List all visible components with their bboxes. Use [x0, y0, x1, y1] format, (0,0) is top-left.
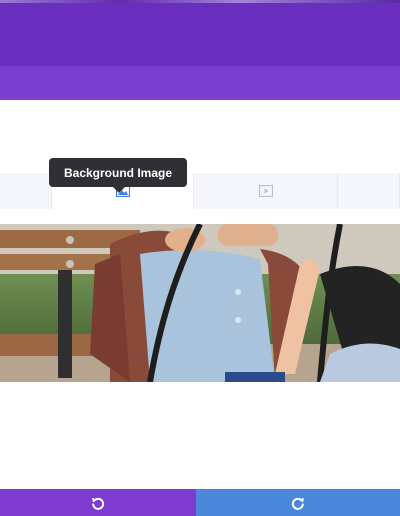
modal-footer — [0, 489, 400, 516]
redo-button[interactable] — [196, 489, 400, 516]
undo-icon — [92, 497, 105, 510]
modal-subheader — [0, 66, 400, 100]
tab-background-more[interactable] — [338, 173, 400, 209]
background-image-preview[interactable] — [0, 224, 400, 382]
header-blurred-strip — [0, 0, 400, 3]
tab-background-video[interactable] — [194, 173, 338, 209]
background-video-icon — [258, 185, 273, 197]
undo-button[interactable] — [0, 489, 196, 516]
redo-icon — [291, 497, 304, 510]
modal-header — [0, 0, 400, 66]
tooltip-arrow — [113, 187, 125, 193]
tab-background-color[interactable] — [0, 173, 52, 209]
children-on-swing-photo — [0, 224, 400, 382]
tooltip-text: Background Image — [63, 165, 173, 180]
tooltip: Background Image — [49, 158, 187, 193]
